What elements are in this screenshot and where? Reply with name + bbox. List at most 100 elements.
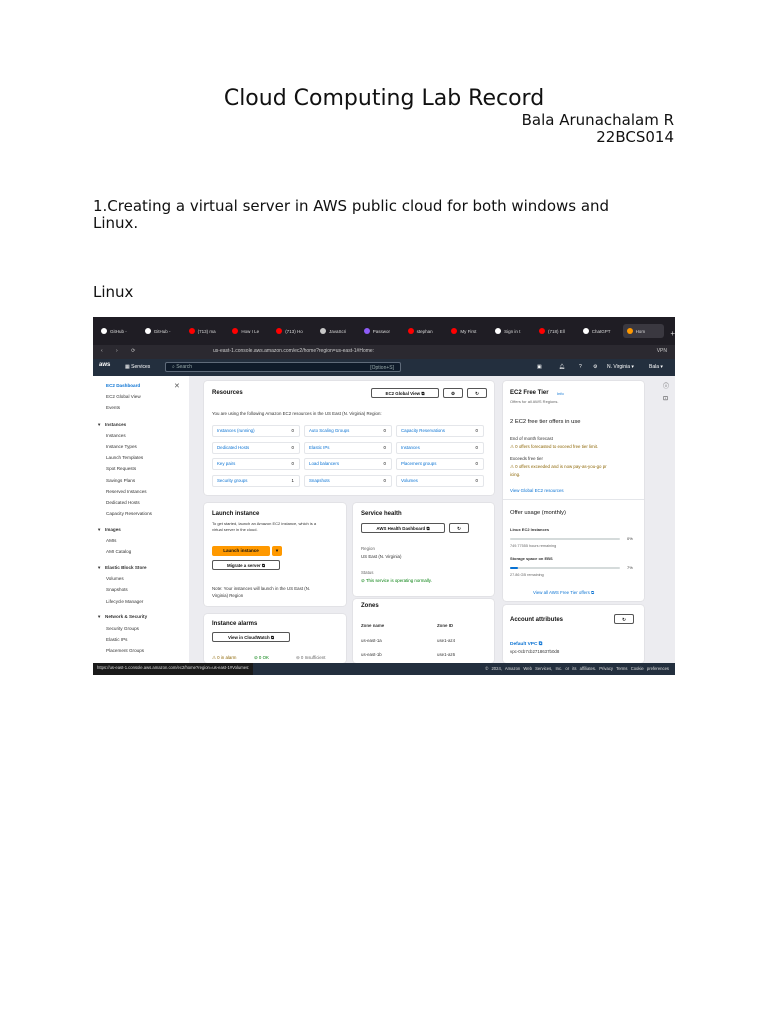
- resource-cell[interactable]: Auto Scaling Groups 0: [304, 425, 392, 437]
- sidebar-item[interactable]: EC2 Global View: [106, 394, 141, 399]
- resource-name[interactable]: Dedicated Hosts: [217, 443, 249, 453]
- settings-button[interactable]: ⚙: [443, 388, 463, 398]
- refresh-button[interactable]: ↻: [467, 388, 487, 398]
- resource-name[interactable]: Snapshots: [309, 476, 330, 486]
- resource-name[interactable]: Capacity Reservations: [401, 426, 445, 436]
- cloudshell-icon[interactable]: ▣: [537, 364, 542, 370]
- resource-cell[interactable]: Load balancers 0: [304, 458, 392, 470]
- resource-cell[interactable]: Volumes 0: [396, 474, 484, 487]
- status-bar: https://us-east-1.console.aws.amazon.com…: [93, 663, 675, 675]
- resource-cell[interactable]: Placement groups 0: [396, 458, 484, 470]
- browser-nav-icons[interactable]: ‹ › ⟳: [101, 348, 141, 354]
- sidebar-item[interactable]: AMI Catalog: [106, 549, 131, 554]
- browser-tab[interactable]: ChatGPT: [579, 324, 621, 338]
- resource-cell[interactable]: Elastic IPs 0: [304, 441, 392, 454]
- cookie-preferences-link[interactable]: Cookie preferences: [631, 666, 669, 671]
- help-icon[interactable]: ?: [579, 364, 582, 370]
- resource-name[interactable]: Elastic IPs: [309, 443, 330, 453]
- user-menu[interactable]: Bala ▾: [649, 364, 663, 370]
- refresh-button[interactable]: ↻: [449, 523, 469, 533]
- caret-down-icon[interactable]: ▾: [98, 565, 100, 571]
- resource-cell[interactable]: Instances 0: [396, 441, 484, 454]
- sidebar-item[interactable]: Dedicated Hosts: [106, 500, 140, 505]
- notes-panel-icon[interactable]: ⊡: [663, 395, 668, 402]
- gear-icon[interactable]: ⚙: [593, 364, 597, 370]
- terms-link[interactable]: Terms: [616, 666, 627, 671]
- caret-down-icon[interactable]: ▾: [98, 422, 100, 428]
- browser-tab[interactable]: Passwor: [360, 324, 402, 338]
- region-selector[interactable]: N. Virginia ▾: [607, 364, 634, 370]
- browser-tab[interactable]: (713) Ho: [272, 324, 314, 338]
- resource-name[interactable]: Key pairs: [217, 459, 235, 469]
- sidebar-section[interactable]: Elastic Block Store: [105, 565, 147, 570]
- info-link[interactable]: Info: [557, 391, 564, 396]
- resource-name[interactable]: Security groups: [217, 476, 248, 486]
- resource-name[interactable]: Volumes: [401, 476, 418, 486]
- address-bar[interactable]: ‹ › ⟳ us-east-1.console.aws.amazon.com/e…: [93, 345, 675, 359]
- sidebar-item[interactable]: EC2 Dashboard: [106, 383, 140, 388]
- resource-name[interactable]: Placement groups: [401, 459, 436, 469]
- resource-cell[interactable]: Key pairs 0: [212, 458, 300, 470]
- forecast-value: ⚠ 0 offers forecasted to exceed free tie…: [510, 444, 598, 450]
- browser-tab[interactable]: (718) Ell: [535, 324, 577, 338]
- view-all-free-tier-link[interactable]: View all AWS Free Tier offers ⧉: [533, 590, 594, 595]
- resource-cell[interactable]: Capacity Reservations 0: [396, 425, 484, 437]
- view-cloudwatch-button[interactable]: View in CloudWatch ⧉: [212, 632, 290, 642]
- browser-tab[interactable]: GitHub -: [141, 324, 183, 338]
- aws-logo[interactable]: aws: [99, 362, 110, 368]
- caret-down-icon[interactable]: ▾: [98, 527, 100, 533]
- sidebar-item[interactable]: Lifecycle Manager: [106, 599, 143, 604]
- sidebar-item[interactable]: AMIs: [106, 538, 116, 543]
- resource-cell[interactable]: Instances (running) 0: [212, 425, 300, 437]
- launch-instance-button[interactable]: Launch instance: [212, 546, 270, 556]
- resource-name[interactable]: Instances: [401, 443, 420, 453]
- new-tab-button[interactable]: +: [670, 329, 675, 338]
- sidebar-item[interactable]: Elastic IPs: [106, 637, 127, 642]
- launch-dropdown-button[interactable]: ▾: [272, 546, 282, 556]
- sidebar-item[interactable]: Events: [106, 405, 120, 410]
- sidebar-item[interactable]: Instances: [106, 433, 126, 438]
- sidebar-item[interactable]: Reserved Instances: [106, 489, 147, 494]
- sidebar-section[interactable]: Instances: [105, 422, 126, 427]
- url-text[interactable]: us-east-1.console.aws.amazon.com/ec2/hom…: [213, 348, 374, 354]
- privacy-link[interactable]: Privacy: [599, 666, 613, 671]
- resource-name[interactable]: Load balancers: [309, 459, 339, 469]
- health-dashboard-button[interactable]: AWS Health Dashboard ⧉: [361, 523, 445, 533]
- browser-tab[interactable]: (713) ma: [185, 324, 227, 338]
- sidebar-item[interactable]: Launch Templates: [106, 455, 143, 460]
- vpn-badge[interactable]: VPN: [657, 348, 667, 354]
- resource-name[interactable]: Auto Scaling Groups: [309, 426, 349, 436]
- sidebar-section[interactable]: Network & Security: [105, 614, 147, 619]
- browser-tab[interactable]: GitHub -: [97, 324, 139, 338]
- console-search-input[interactable]: ⌕ Search [Option+S]: [165, 362, 401, 372]
- bell-icon[interactable]: 🔔︎: [559, 364, 565, 370]
- sidebar-item[interactable]: Snapshots: [106, 587, 128, 592]
- services-menu[interactable]: ▦ Services: [125, 364, 150, 370]
- caret-down-icon[interactable]: ▾: [98, 614, 100, 620]
- sidebar-item[interactable]: Capacity Reservations: [106, 511, 152, 516]
- sidebar-item[interactable]: Volumes: [106, 576, 124, 581]
- browser-tab[interactable]: Hom: [622, 324, 665, 338]
- browser-tab[interactable]: stephan: [404, 324, 446, 338]
- sidebar-item[interactable]: Placement Groups: [106, 648, 144, 653]
- sidebar-item[interactable]: Spot Requests: [106, 466, 136, 471]
- view-global-ec2-link[interactable]: View Global EC2 resources: [510, 488, 564, 493]
- browser-tab[interactable]: JavaScri: [316, 324, 358, 338]
- resource-cell[interactable]: Snapshots 0: [304, 474, 392, 487]
- resource-cell[interactable]: Dedicated Hosts 0: [212, 441, 300, 454]
- browser-tab[interactable]: Sign in t: [491, 324, 533, 338]
- sidebar-item[interactable]: Security Groups: [106, 626, 139, 631]
- default-vpc-link[interactable]: Default VPC ⧉: [510, 641, 542, 647]
- migrate-server-button[interactable]: Migrate a server ⧉: [212, 560, 280, 570]
- sidebar-item[interactable]: Savings Plans: [106, 478, 135, 483]
- resource-name[interactable]: Instances (running): [217, 426, 255, 436]
- browser-tab[interactable]: How I Le: [228, 324, 270, 338]
- refresh-button[interactable]: ↻: [614, 614, 634, 624]
- sidebar-item[interactable]: Instance Types: [106, 444, 137, 449]
- ec2-global-view-button[interactable]: EC2 Global View ⧉: [371, 388, 439, 398]
- browser-tab[interactable]: My First: [447, 324, 489, 338]
- info-panel-icon[interactable]: ⓘ: [663, 381, 669, 390]
- resource-cell[interactable]: Security groups 1: [212, 474, 300, 487]
- close-icon[interactable]: ✕: [174, 382, 180, 390]
- sidebar-section[interactable]: Images: [105, 527, 121, 532]
